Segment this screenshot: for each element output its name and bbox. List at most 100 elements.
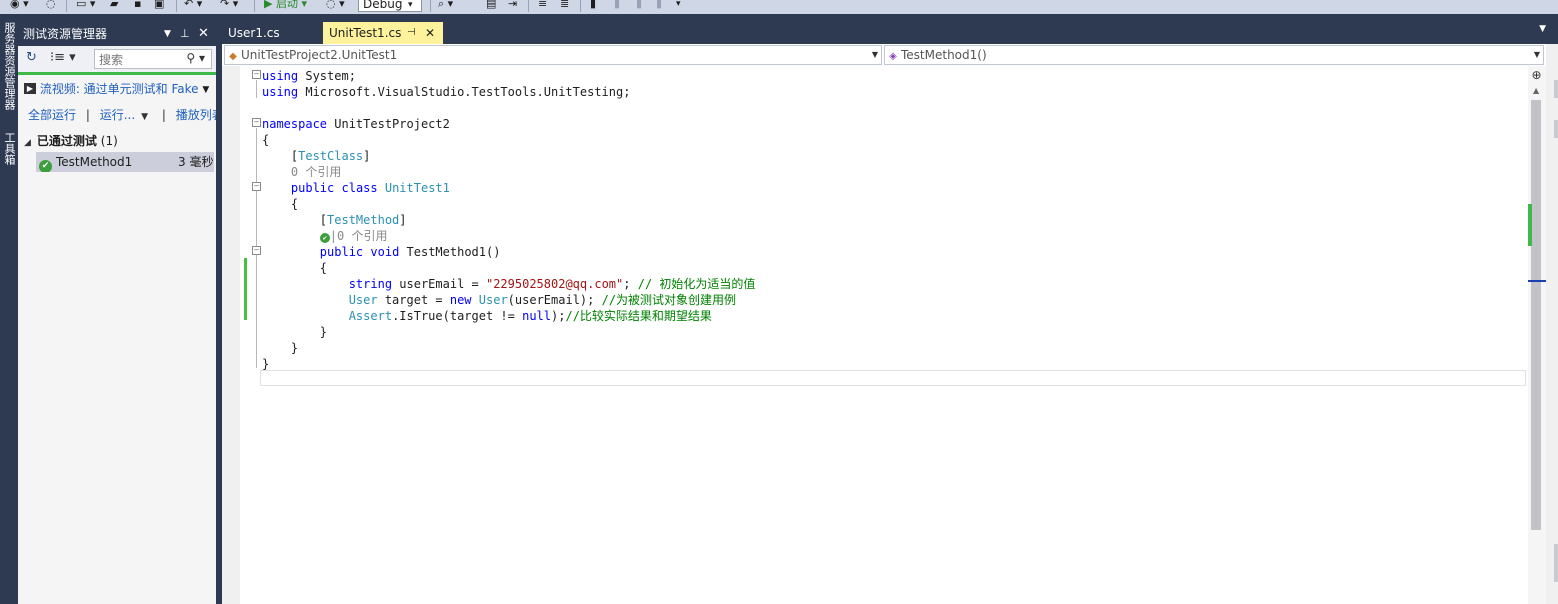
current-line-highlight: [260, 370, 1526, 386]
start-button[interactable]: ▶ 启动 ▾: [264, 0, 307, 12]
clear-bookmark-icon[interactable]: ▮: [656, 0, 662, 12]
code-lens[interactable]: ✔ |0 个引用: [262, 228, 387, 244]
code-line: }: [319, 325, 328, 339]
toolbox-tab[interactable]: 工具箱: [1, 132, 17, 165]
collapse-icon[interactable]: −: [252, 70, 261, 79]
pin-tab-icon[interactable]: ⊣: [407, 22, 416, 44]
close-tab-icon[interactable]: ✕: [425, 22, 435, 44]
open-icon[interactable]: ▰: [110, 0, 118, 12]
test-explorer-links: 全部运行 | 运行... ▼ | 播放列表:: [28, 106, 216, 124]
toolbar-overflow-icon[interactable]: ▾: [676, 0, 681, 12]
search-input[interactable]: [95, 50, 189, 70]
class-selector-value: UnitTestProject2.UnitTest1: [241, 48, 398, 62]
right-panel-edge: [1546, 44, 1558, 604]
comment-icon[interactable]: ≣: [560, 0, 569, 12]
chevron-down-icon[interactable]: ▼: [872, 46, 878, 64]
toolbar-separator: [580, 0, 581, 12]
test-list-item[interactable]: ✔ TestMethod1 3 毫秒: [36, 152, 214, 172]
tabs-dropdown-icon[interactable]: ▼: [1539, 24, 1546, 34]
test-explorer-toolbar: ↻ ⁝≡ ▾ ⚲ ▾: [18, 46, 216, 72]
tab-label: UnitTest1.cs: [329, 26, 402, 40]
server-explorer-tab[interactable]: 服务器资源管理器: [1, 22, 17, 110]
indent-icon[interactable]: ⇥: [508, 0, 517, 12]
collapse-icon[interactable]: −: [252, 182, 261, 191]
toolbar-separator: [528, 0, 529, 12]
close-icon[interactable]: ✕: [198, 22, 209, 46]
video-link[interactable]: ▶ 流视频: 通过单元测试和 Fake ▼: [24, 80, 214, 100]
code-line: Assert.IsTrue(target != null);//比较实际结果和期…: [348, 309, 712, 323]
class-selector[interactable]: ◆ UnitTestProject2.UnitTest1 ▼: [224, 45, 882, 65]
panel-tab[interactable]: [1554, 544, 1558, 582]
tab-label: User1.cs: [228, 26, 280, 40]
window-position-icon[interactable]: ▼: [164, 22, 171, 46]
code-line: using System;: [262, 69, 356, 83]
change-marker: [1528, 204, 1532, 246]
group-by-icon[interactable]: ⁝≡ ▾: [50, 50, 76, 66]
panel-tab[interactable]: [1554, 80, 1558, 98]
chevron-down-icon[interactable]: ▼: [202, 85, 209, 95]
group-name: 已通过测试: [36, 134, 97, 148]
find-icon[interactable]: ⌕ ▾: [438, 0, 453, 12]
panel-tab[interactable]: [1554, 120, 1558, 138]
code-line: public class UnitTest1: [290, 181, 450, 195]
test-name: TestMethod1: [56, 155, 133, 169]
run-all-link[interactable]: 全部运行: [28, 108, 76, 122]
toolbar-separator: [430, 0, 431, 12]
test-explorer-panel: 测试资源管理器 ▼ ⊥ ✕ ↻ ⁝≡ ▾ ⚲ ▾ ▶ 流视频: 通过单元测试和 …: [18, 22, 216, 604]
playlist-link[interactable]: 播放列表:: [176, 108, 216, 122]
split-window-icon[interactable]: ⊕: [1529, 68, 1544, 82]
layout-icon[interactable]: ▤: [486, 0, 496, 12]
save-all-icon[interactable]: ▣: [154, 0, 164, 12]
code-line: User target = new User(userEmail); //为被测…: [348, 293, 737, 307]
chevron-down-icon[interactable]: ▼: [1534, 46, 1540, 64]
attach-icon[interactable]: ◌ ▾: [326, 0, 345, 12]
caret-marker: [1528, 280, 1546, 282]
code-lens[interactable]: 0 个引用: [262, 164, 341, 180]
member-selector[interactable]: ◈ TestMethod1() ▼: [884, 45, 1544, 65]
test-explorer-title-bar: 测试资源管理器 ▼ ⊥ ✕: [18, 22, 216, 46]
refresh-icon[interactable]: ◌: [46, 0, 56, 12]
toolbar-separator: [254, 0, 255, 12]
vertical-scrollbar[interactable]: ⊕ ▲: [1528, 66, 1546, 604]
bookmark-icon[interactable]: ▮: [590, 0, 596, 12]
redo-icon[interactable]: ↷ ▾: [220, 0, 238, 12]
config-dropdown-icon[interactable]: ▾: [408, 0, 413, 13]
link-divider: |: [85, 108, 90, 122]
outdent-icon[interactable]: ≡: [538, 0, 547, 12]
collapse-icon[interactable]: −: [252, 246, 261, 255]
next-bookmark-icon[interactable]: ▮: [636, 0, 642, 12]
member-selector-value: TestMethod1(): [901, 48, 987, 62]
prev-bookmark-icon[interactable]: ▮: [614, 0, 620, 12]
document-tab-strip: User1.cs UnitTest1.cs ⊣ ✕ ▼: [222, 22, 1558, 44]
chevron-down-icon[interactable]: ▼: [141, 112, 148, 122]
search-box[interactable]: ⚲ ▾: [94, 49, 212, 70]
change-indicator: [244, 258, 247, 320]
expand-arrow-icon[interactable]: ◢: [24, 138, 31, 148]
code-line: namespace UnitTestProject2: [262, 117, 450, 131]
code-line: }: [290, 341, 299, 355]
code-line: string userEmail = "2295025802@qq.com"; …: [348, 277, 756, 291]
collapse-icon[interactable]: −: [252, 118, 261, 127]
scroll-up-icon[interactable]: ▲: [1533, 86, 1539, 95]
code-editor[interactable]: − − − − using System; using Microsoft.Vi…: [222, 66, 1528, 604]
tab-user1[interactable]: User1.cs: [222, 22, 322, 44]
passed-tests-group[interactable]: ◢ 已通过测试 (1): [24, 132, 214, 150]
indicator-margin: [222, 66, 240, 604]
pin-icon[interactable]: ⊥: [180, 22, 190, 46]
toolbar-separator: [176, 0, 177, 12]
tab-unittest1[interactable]: UnitTest1.cs ⊣ ✕: [323, 22, 443, 44]
back-icon[interactable]: ◉ ▾: [10, 0, 29, 12]
undo-icon[interactable]: ↶ ▾: [184, 0, 202, 12]
search-icon[interactable]: ⚲ ▾: [186, 51, 205, 65]
new-project-icon[interactable]: ▭ ▾: [76, 0, 95, 12]
scroll-thumb[interactable]: [1531, 100, 1541, 530]
save-icon[interactable]: ▪: [134, 0, 141, 12]
test-passed-icon[interactable]: ✔: [319, 233, 330, 243]
method-icon: ◈: [889, 51, 897, 62]
video-link-label[interactable]: 流视频: 通过单元测试和 Fake: [40, 82, 199, 96]
code-line: public void TestMethod1(): [319, 245, 501, 259]
run-link[interactable]: 运行...: [100, 108, 135, 122]
group-count: (1): [100, 134, 118, 148]
run-all-icon[interactable]: ↻: [26, 50, 37, 66]
side-tab-strip: 服务器资源管理器 工具箱: [0, 14, 18, 604]
